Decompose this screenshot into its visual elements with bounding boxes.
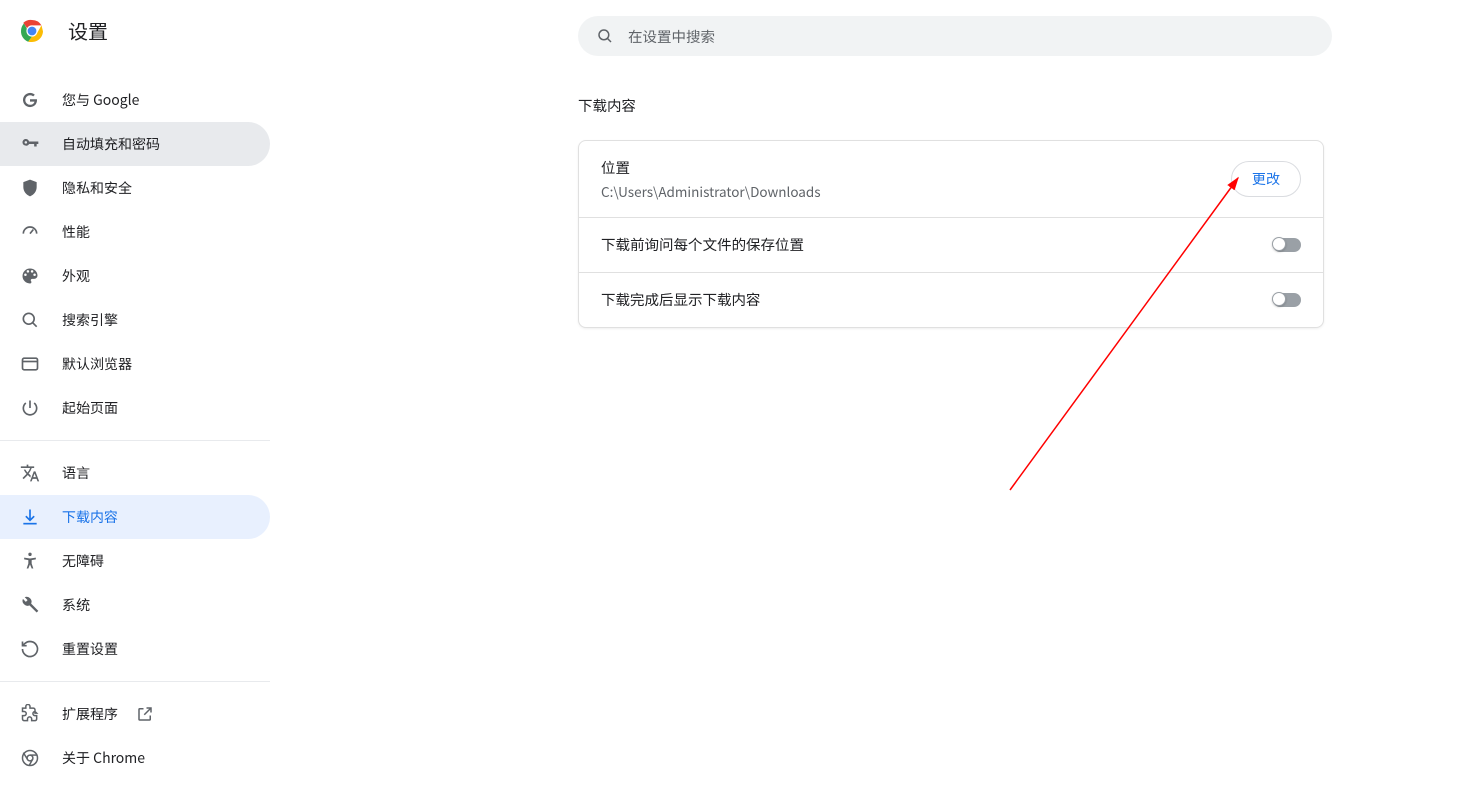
- page-title: 设置: [68, 16, 108, 45]
- row-show-after: 下载完成后显示下载内容: [579, 273, 1323, 327]
- search-icon: [20, 310, 40, 330]
- ask-where-toggle[interactable]: [1273, 238, 1301, 252]
- row-location: 位置 C:\Users\Administrator\Downloads 更改: [579, 141, 1323, 218]
- sidebar-item-label: 扩展程序: [62, 704, 118, 724]
- sidebar-item-extensions[interactable]: 扩展程序: [0, 692, 270, 736]
- divider: [0, 440, 270, 441]
- section-title: 下载内容: [578, 95, 1324, 116]
- palette-icon: [20, 266, 40, 286]
- google-g-icon: [20, 90, 40, 110]
- external-link-icon: [136, 705, 154, 723]
- sidebar-item-performance[interactable]: 性能: [0, 210, 270, 254]
- sidebar-item-search-engine[interactable]: 搜索引擎: [0, 298, 270, 342]
- sidebar-item-label: 外观: [62, 266, 90, 286]
- sidebar-item-on-startup[interactable]: 起始页面: [0, 386, 270, 430]
- key-icon: [20, 134, 40, 154]
- sidebar-item-label: 自动填充和密码: [62, 134, 160, 154]
- sidebar-item-reset[interactable]: 重置设置: [0, 627, 270, 671]
- location-path: C:\Users\Administrator\Downloads: [601, 181, 1231, 201]
- sidebar-item-label: 重置设置: [62, 639, 118, 659]
- reset-icon: [20, 639, 40, 659]
- row-ask-where: 下载前询问每个文件的保存位置: [579, 218, 1323, 273]
- search-input[interactable]: [628, 26, 1314, 47]
- download-icon: [20, 507, 40, 527]
- change-location-button[interactable]: 更改: [1231, 161, 1301, 197]
- shield-icon: [20, 178, 40, 198]
- chrome-outline-icon: [20, 748, 40, 768]
- translate-icon: [20, 463, 40, 483]
- chrome-logo-icon: [20, 19, 44, 43]
- sidebar-item-downloads[interactable]: 下载内容: [0, 495, 270, 539]
- sidebar-item-default-browser[interactable]: 默认浏览器: [0, 342, 270, 386]
- downloads-card: 位置 C:\Users\Administrator\Downloads 更改 下…: [578, 140, 1324, 328]
- sidebar: 您与 Google 自动填充和密码 隐私和安全 性能 外观 搜索引擎: [0, 70, 270, 780]
- sidebar-item-appearance[interactable]: 外观: [0, 254, 270, 298]
- wrench-icon: [20, 595, 40, 615]
- show-after-label: 下载完成后显示下载内容: [601, 289, 1273, 311]
- sidebar-item-label: 隐私和安全: [62, 178, 132, 198]
- sidebar-item-label: 关于 Chrome: [62, 748, 145, 768]
- sidebar-item-autofill[interactable]: 自动填充和密码: [0, 122, 270, 166]
- main-content: 下载内容 位置 C:\Users\Administrator\Downloads…: [578, 95, 1324, 328]
- browser-icon: [20, 354, 40, 374]
- sidebar-item-you-and-google[interactable]: 您与 Google: [0, 78, 270, 122]
- ask-where-label: 下载前询问每个文件的保存位置: [601, 234, 1273, 256]
- speedometer-icon: [20, 222, 40, 242]
- sidebar-item-about-chrome[interactable]: 关于 Chrome: [0, 736, 270, 780]
- sidebar-item-accessibility[interactable]: 无障碍: [0, 539, 270, 583]
- extension-icon: [20, 704, 40, 724]
- sidebar-item-label: 下载内容: [62, 507, 118, 527]
- sidebar-item-label: 起始页面: [62, 398, 118, 418]
- search-bar[interactable]: [578, 16, 1332, 56]
- divider: [0, 681, 270, 682]
- sidebar-item-label: 搜索引擎: [62, 310, 118, 330]
- sidebar-item-label: 无障碍: [62, 551, 104, 571]
- sidebar-item-label: 默认浏览器: [62, 354, 132, 374]
- show-after-toggle[interactable]: [1273, 293, 1301, 307]
- sidebar-item-label: 系统: [62, 595, 90, 615]
- sidebar-item-label: 性能: [62, 222, 90, 242]
- sidebar-item-privacy[interactable]: 隐私和安全: [0, 166, 270, 210]
- location-label: 位置: [601, 157, 1231, 179]
- power-icon: [20, 398, 40, 418]
- sidebar-item-languages[interactable]: 语言: [0, 451, 270, 495]
- search-icon: [596, 27, 614, 45]
- accessibility-icon: [20, 551, 40, 571]
- sidebar-item-system[interactable]: 系统: [0, 583, 270, 627]
- sidebar-item-label: 语言: [62, 463, 90, 483]
- sidebar-item-label: 您与 Google: [62, 90, 139, 110]
